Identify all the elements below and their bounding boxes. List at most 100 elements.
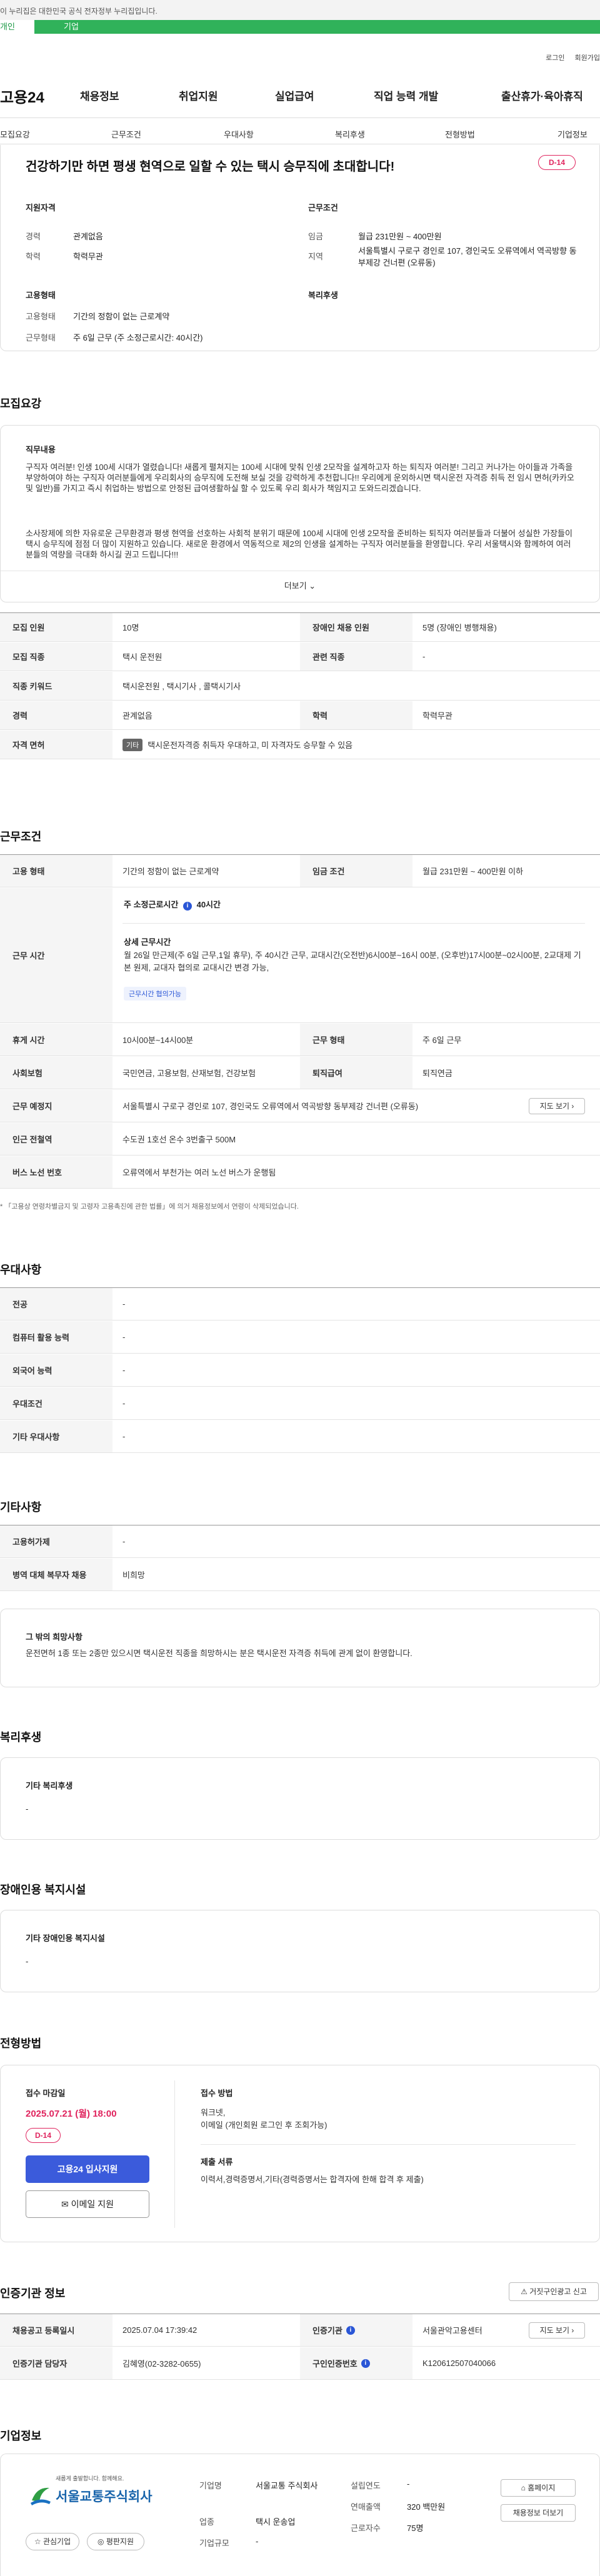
subnav-condition[interactable]: 근무조건 [111, 128, 141, 140]
info-icon[interactable]: i [361, 2359, 370, 2368]
review-button[interactable]: ◎ 평판지원 [87, 2533, 144, 2550]
region-value: 서울특별시 구로구 경인로 107, 경인국도 오류역에서 역곡방향 동부제강 … [358, 246, 577, 267]
row-value: 10명 [122, 623, 139, 632]
login-link[interactable]: 로그인 [546, 54, 564, 62]
license-tag: 기타 [122, 738, 143, 751]
company-name: 서울교통 주식회사 [256, 2481, 318, 2490]
row-label: 퇴직급여 [300, 1057, 412, 1089]
row-label: 컴퓨터 활용 능력 [0, 1321, 112, 1353]
info-icon[interactable]: i [346, 2325, 355, 2335]
row-value: 기간의 정함이 없는 근로계약 [122, 867, 219, 876]
row-value: 관계없음 [122, 711, 152, 721]
row-label: 모집 인원 [0, 613, 112, 641]
row-value: 학력무관 [422, 711, 452, 721]
section-title-disabled: 장애인용 복지시설 [0, 1884, 86, 1896]
site-logo[interactable]: 고용24 [0, 85, 44, 107]
tab-personal[interactable]: 개인 [0, 20, 34, 34]
worktime-label: 근무형태 [26, 333, 56, 342]
gnb-leave[interactable]: 출산휴가·육아휴직 [501, 87, 583, 103]
favorite-button[interactable]: ☆ 관심기업 [26, 2533, 79, 2550]
gnb-jobs[interactable]: 채용정보 [80, 87, 119, 103]
row-label: 근무 형태 [300, 1024, 412, 1056]
info-icon[interactable]: i [182, 902, 192, 911]
row-label: 인증기관 [312, 2326, 342, 2335]
gnb-training[interactable]: 직업 능력 개발 [374, 87, 438, 103]
email-apply-button[interactable]: ✉ 이메일 지원 [26, 2190, 149, 2218]
subnav-preference[interactable]: 우대사항 [224, 128, 254, 140]
row-label: 임금 조건 [300, 855, 412, 887]
more-button[interactable]: 더보기 ⌄ [1, 579, 599, 591]
job-title: 건강하기만 하면 평생 현역으로 일할 수 있는 택시 승무직에 초대합니다! [26, 160, 395, 174]
row-label: 채용공고 등록일시 [0, 2314, 112, 2346]
row-value: - [122, 1332, 126, 1342]
row-label: 근무 예정지 [0, 1090, 112, 1122]
qual-title: 지원자격 [26, 203, 56, 212]
logo-slogan: 새롭게 출발합니다. 함께해요. [56, 2475, 124, 2482]
homepage-button[interactable]: ⌂ 홈페이지 [501, 2479, 576, 2497]
apply-button[interactable]: 고용24 입사지원 [26, 2155, 149, 2183]
cert-map-button[interactable]: 지도 보기 › [529, 2322, 585, 2339]
table-row: 고용허가제 - [0, 1525, 600, 1558]
industry-label: 업종 [199, 2517, 214, 2527]
home-icon: ⌂ [521, 2484, 526, 2492]
section-title-welfare: 복리후생 [0, 1731, 42, 1744]
staff-value: 75명 [407, 2524, 424, 2533]
row-value: - [422, 652, 426, 661]
row-label: 인근 전철역 [0, 1123, 112, 1155]
more-jobs-button[interactable]: 채용정보 더보기 [501, 2504, 576, 2522]
dday-badge: D-14 [538, 155, 576, 170]
table-row: 근무 예정지 서울특별시 구로구 경인로 107, 경인국도 오류역에서 역곡방… [0, 1090, 600, 1122]
util-links: 로그인 회원가입 [536, 52, 600, 62]
map-button-label: 지도 보기 [539, 2326, 570, 2335]
subnav-process[interactable]: 전형방법 [445, 128, 475, 140]
edu-label: 학력 [26, 252, 41, 261]
map-button-label: 지도 보기 [539, 1102, 570, 1111]
detail-text: 월 26일 만근제(주 6일 근무,1일 휴무), 주 40시간 근무, 교대시… [124, 951, 581, 972]
docs-title: 제출 서류 [201, 2157, 233, 2167]
row-value: - [122, 1399, 126, 1408]
section-title-etc: 기타사항 [0, 1501, 42, 1514]
signup-link[interactable]: 회원가입 [575, 54, 600, 62]
staff-label: 근로자수 [351, 2524, 381, 2533]
wage-label: 임금 [308, 232, 323, 241]
table-row: 병역 대체 복무자 채용 비희망 [0, 1559, 600, 1591]
section-title-cert: 인증기관 정보 [0, 2287, 66, 2300]
row-value: 국민연금, 고용보험, 산재보험, 건강보험 [122, 1069, 256, 1078]
disabled-card: 기타 장애인용 복지시설 - [0, 1910, 600, 1992]
subnav-recruit[interactable]: 모집요강 [0, 128, 30, 140]
report-button[interactable]: ⚠ 거짓구인광고 신고 [509, 2282, 599, 2301]
row-value: - [122, 1432, 126, 1441]
year-label: 설립연도 [351, 2481, 381, 2490]
row-label: 구인인증번호 [312, 2359, 358, 2369]
gov-banner-text: 이 누리집은 대한민국 공식 전자정부 누리집입니다. [0, 7, 158, 16]
weekly-value: 40시간 [196, 900, 221, 909]
gov-banner: 이 누리집은 대한민국 공식 전자정부 누리집입니다. [0, 0, 600, 20]
row-label: 장애인 채용 인원 [300, 613, 412, 641]
weekly-label: 주 소정근로시간 [124, 900, 179, 909]
disabled-box-title: 기타 장애인용 복지시설 [26, 1934, 105, 1943]
table-row: 전공 - [0, 1288, 600, 1320]
logo-text: 서울교통주식회사 [56, 2490, 152, 2504]
row-value: 김혜영(02-3282-0655) [122, 2359, 201, 2369]
row-value: 주 6일 근무 [422, 1036, 462, 1045]
gnb-benefit[interactable]: 실업급여 [275, 87, 314, 103]
row-label: 우대조건 [0, 1387, 112, 1419]
tab-company[interactable]: 기업 [64, 20, 79, 34]
other-wishes-card: 그 밖의 희망사항 운전면허 1종 또는 2종만 있으시면 택시운전 직종을 희… [0, 1609, 600, 1687]
row-label: 휴게 시간 [0, 1024, 112, 1056]
row-label: 직종 키워드 [0, 672, 112, 700]
duty-title: 직무내용 [26, 445, 56, 454]
row-label: 자격 면허 [0, 731, 112, 759]
row-value: 퇴직연금 [422, 1069, 452, 1078]
row-label: 외국어 능력 [0, 1354, 112, 1386]
other-text: 운전면허 1종 또는 2종만 있으시면 택시운전 직종을 희망하시는 분은 택시… [26, 1649, 412, 1658]
more-jobs-label: 채용정보 더보기 [512, 2509, 564, 2517]
subnav-company[interactable]: 기업정보 [558, 128, 588, 140]
deadline-value: 2025.07.21 (월) 18:00 [26, 2109, 117, 2119]
map-button[interactable]: 지도 보기 › [529, 1098, 585, 1114]
gnb-support[interactable]: 취업지원 [179, 87, 218, 103]
subnav-welfare[interactable]: 복리후생 [335, 128, 365, 140]
row-label: 고용 형태 [0, 855, 112, 887]
row-value: - [122, 1299, 126, 1309]
logo-mark-icon [28, 2483, 53, 2508]
